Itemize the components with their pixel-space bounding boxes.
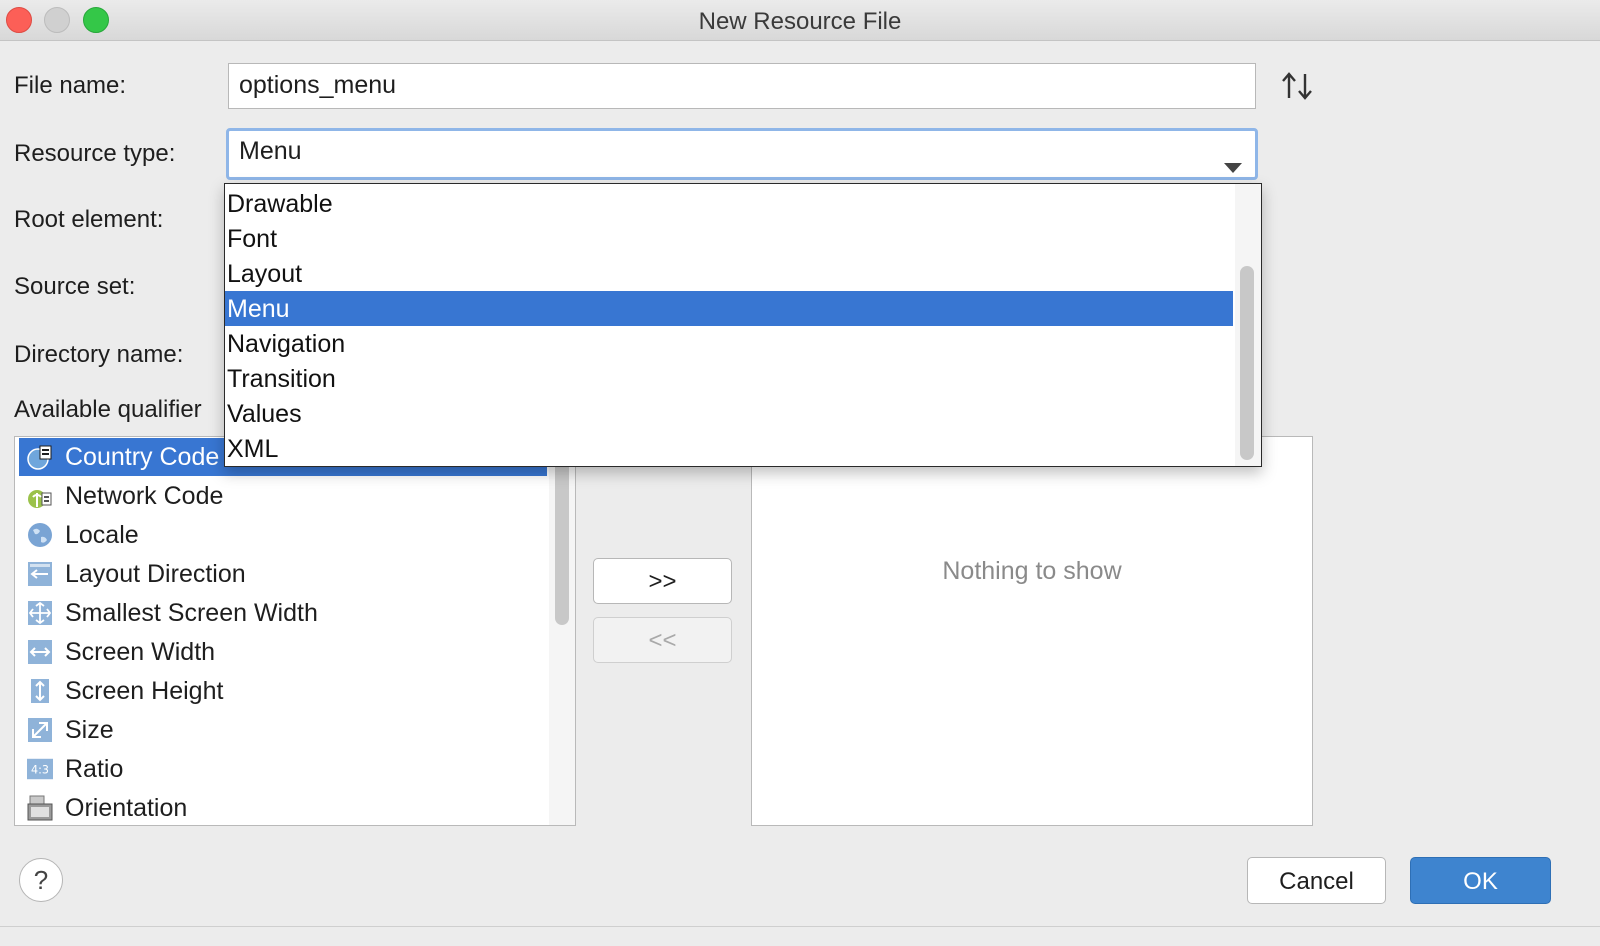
qualifier-item-smallest-screen-width[interactable]: Smallest Screen Width (27, 594, 547, 632)
qualifier-label: Layout Direction (65, 559, 246, 588)
qualifier-label: Ratio (65, 754, 124, 783)
file-name-label: File name: (14, 72, 127, 99)
dropdown-option-xml[interactable]: XML (225, 431, 1233, 466)
cancel-button[interactable]: Cancel (1247, 857, 1386, 904)
layout-direction-icon (27, 561, 53, 587)
screen-height-icon (27, 678, 53, 704)
qualifier-item-ratio[interactable]: 4:3 Ratio (27, 750, 547, 788)
window-bottom-edge (0, 926, 1600, 927)
country-code-icon (27, 444, 53, 470)
dropdown-option-transition[interactable]: Transition (225, 361, 1233, 396)
dropdown-option-layout[interactable]: Layout (225, 256, 1233, 291)
qualifier-label: Screen Height (65, 676, 224, 705)
title-bar: New Resource File (0, 0, 1600, 41)
help-button[interactable]: ? (19, 858, 63, 902)
qualifier-label: Locale (65, 520, 139, 549)
resource-type-combobox[interactable]: Menu (226, 128, 1258, 180)
screen-width-icon (27, 639, 53, 665)
dropdown-scrollbar-thumb[interactable] (1240, 266, 1254, 460)
dropdown-option-drawable[interactable]: Drawable (225, 186, 1233, 221)
qualifier-label: Network Code (65, 481, 224, 510)
qualifier-label: Screen Width (65, 637, 216, 666)
qualifier-label: Orientation (65, 793, 188, 822)
available-qualifiers-label: Available qualifier (14, 396, 202, 423)
smallest-width-icon (27, 600, 53, 626)
add-qualifier-button[interactable]: >> (593, 558, 732, 604)
file-name-field[interactable]: options_menu (228, 63, 1256, 109)
qualifier-label: Size (65, 715, 114, 744)
chosen-qualifiers-list[interactable]: Nothing to show (751, 436, 1313, 826)
dropdown-option-navigation[interactable]: Navigation (225, 326, 1233, 361)
qualifier-label: Country Code (65, 442, 220, 471)
qualifiers-scrollbar-thumb[interactable] (555, 457, 569, 625)
qualifier-label: Smallest Screen Width (65, 598, 318, 627)
network-code-icon (27, 483, 53, 509)
qualifier-item-network-code[interactable]: Network Code (27, 477, 547, 515)
resource-type-dropdown[interactable]: Drawable Font Layout Menu Navigation Tra… (224, 183, 1262, 467)
resource-type-value: Menu (239, 137, 302, 165)
dropdown-option-menu[interactable]: Menu (225, 291, 1233, 326)
qualifier-item-locale[interactable]: Locale (27, 516, 547, 554)
window-title: New Resource File (698, 8, 902, 35)
source-set-label: Source set: (14, 273, 136, 300)
dropdown-option-font[interactable]: Font (225, 221, 1233, 256)
ratio-icon-text: 4:3 (31, 764, 49, 777)
ratio-icon: 4:3 (27, 756, 53, 782)
qualifier-item-size[interactable]: Size (27, 711, 547, 749)
qualifier-item-layout-direction[interactable]: Layout Direction (27, 555, 547, 593)
resource-type-label: Resource type: (14, 140, 176, 167)
ok-button[interactable]: OK (1410, 857, 1551, 904)
root-element-label: Root element: (14, 206, 164, 233)
sort-icon[interactable] (1280, 70, 1314, 102)
size-icon (27, 717, 53, 743)
remove-qualifier-button[interactable]: << (593, 617, 732, 663)
dropdown-option-values[interactable]: Values (225, 396, 1233, 431)
qualifier-item-orientation[interactable]: Orientation (27, 789, 547, 827)
globe-icon (27, 522, 53, 548)
directory-name-label: Directory name: (14, 341, 184, 368)
qualifier-item-screen-width[interactable]: Screen Width (27, 633, 547, 671)
chevron-down-icon (1223, 146, 1243, 186)
available-qualifiers-list[interactable]: Country Code Network Code Locale Layout … (14, 436, 576, 826)
empty-state-text: Nothing to show (942, 557, 1122, 585)
orientation-icon (27, 795, 53, 821)
qualifier-item-screen-height[interactable]: Screen Height (27, 672, 547, 710)
